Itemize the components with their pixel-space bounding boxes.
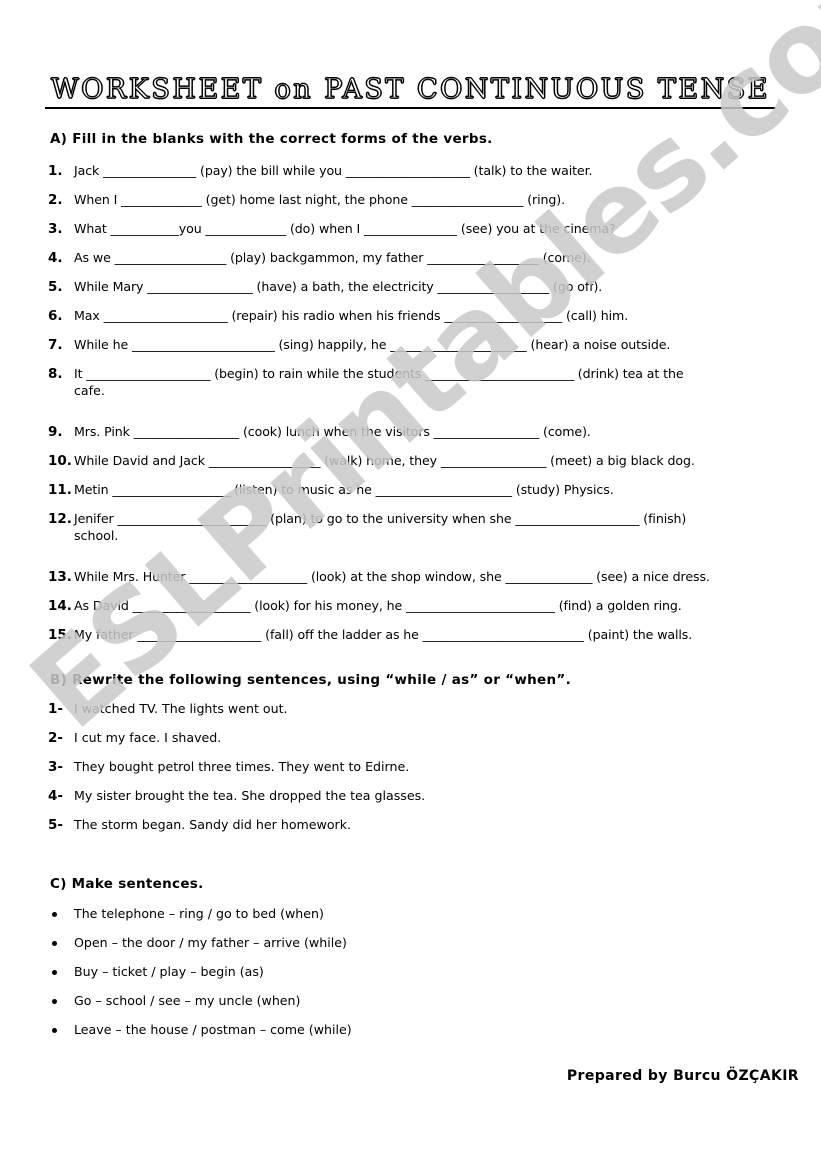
question-text-continued: school. <box>74 528 119 543</box>
question-text: Mrs. Pink _________________ (cook) lunch… <box>74 424 591 439</box>
author-credit: Prepared by Burcu ÖZÇAKIR <box>566 1068 799 1084</box>
question-number: 3. <box>48 221 63 237</box>
rewrite-number: 2- <box>48 730 63 746</box>
bullet-icon <box>52 999 57 1004</box>
make-sentence-item-3: Buy – ticket / play – begin (as) <box>52 964 797 979</box>
rewrite-item-4: 4- My sister brought the tea. She droppe… <box>48 788 793 804</box>
question-text: As we __________________ (play) backgamm… <box>74 250 591 265</box>
question-number: 11. <box>48 482 72 498</box>
question-text: Jenifer ________________________ (plan) … <box>74 511 687 526</box>
make-sentence-item-5: Leave – the house / postman – come (whil… <box>52 1022 797 1037</box>
question-number: 8. <box>48 366 63 382</box>
question-number: 7. <box>48 337 63 353</box>
rewrite-text: I cut my face. I shaved. <box>74 730 222 745</box>
rewrite-text: They bought petrol three times. They wen… <box>74 759 410 774</box>
question-text: While Mary _________________ (have) a ba… <box>74 279 603 294</box>
make-sentence-text: Open – the door / my father – arrive (wh… <box>74 935 347 950</box>
question-number: 5. <box>48 279 63 295</box>
rewrite-item-2: 2- I cut my face. I shaved. <box>48 730 793 746</box>
bullet-icon <box>52 912 57 917</box>
question-item-6: 6. Max ____________________ (repair) his… <box>48 307 793 324</box>
make-sentence-text: Buy – ticket / play – begin (as) <box>74 964 264 979</box>
question-number: 10. <box>48 453 72 469</box>
rewrite-number: 3- <box>48 759 63 775</box>
page-title: WORKSHEET on PAST CONTINUOUS TENSE <box>45 75 776 110</box>
rewrite-text: My sister brought the tea. She dropped t… <box>74 788 426 803</box>
bullet-icon <box>52 970 57 975</box>
make-sentence-text: Leave – the house / postman – come (whil… <box>74 1022 352 1037</box>
question-item-13: 13. While Mrs. Hunter __________________… <box>48 568 793 585</box>
make-sentence-item-2: Open – the door / my father – arrive (wh… <box>52 935 797 950</box>
bullet-icon <box>52 941 57 946</box>
question-number: 6. <box>48 308 63 324</box>
rewrite-item-5: 5- The storm began. Sandy did her homewo… <box>48 817 793 833</box>
question-number: 15. <box>48 627 72 643</box>
section-c-heading: C) Make sentences. <box>50 876 204 892</box>
make-sentence-item-1: The telephone – ring / go to bed (when) <box>52 906 797 921</box>
question-number: 12. <box>48 511 72 527</box>
question-text: Max ____________________ (repair) his ra… <box>74 308 629 323</box>
rewrite-number: 1- <box>48 701 63 717</box>
question-item-15: 15. My father ____________________ (fall… <box>48 626 793 643</box>
question-item-5: 5. While Mary _________________ (have) a… <box>48 278 793 295</box>
question-text: Jack _______________ (pay) the bill whil… <box>74 163 593 178</box>
rewrite-text: I watched TV. The lights went out. <box>74 701 288 716</box>
worksheet-page: WORKSHEET on PAST CONTINUOUS TENSE A) Fi… <box>0 0 821 1169</box>
question-text: Metin ___________________ (listen) to mu… <box>74 482 614 497</box>
section-a-heading: A) Fill in the blanks with the correct f… <box>50 131 493 147</box>
bullet-icon <box>52 1028 57 1033</box>
rewrite-text: The storm began. Sandy did her homework. <box>74 817 352 832</box>
question-item-11: 11. Metin ___________________ (listen) t… <box>48 481 793 498</box>
question-number: 4. <box>48 250 63 266</box>
question-text-continued: cafe. <box>74 383 105 398</box>
question-text: As David ___________________ (look) for … <box>74 598 682 613</box>
question-item-10: 10. While David and Jack _______________… <box>48 452 793 469</box>
question-item-8: 8. It ____________________ (begin) to ra… <box>48 365 793 399</box>
rewrite-item-1: 1- I watched TV. The lights went out. <box>48 701 793 717</box>
question-item-9: 9. Mrs. Pink _________________ (cook) lu… <box>48 423 793 440</box>
question-item-4: 4. As we __________________ (play) backg… <box>48 249 793 266</box>
rewrite-item-3: 3- They bought petrol three times. They … <box>48 759 793 775</box>
rewrite-number: 4- <box>48 788 63 804</box>
question-item-2: 2. When I _____________ (get) home last … <box>48 191 793 208</box>
question-item-1: 1. Jack _______________ (pay) the bill w… <box>48 162 793 179</box>
make-sentence-item-4: Go – school / see – my uncle (when) <box>52 993 797 1008</box>
section-b-heading: B) Rewrite the following sentences, usin… <box>50 672 572 688</box>
make-sentence-text: The telephone – ring / go to bed (when) <box>74 906 324 921</box>
question-text: My father ____________________ (fall) of… <box>74 627 693 642</box>
question-text: While Mrs. Hunter ___________________ (l… <box>74 569 710 584</box>
question-text: What ___________you _____________ (do) w… <box>74 221 616 236</box>
question-item-14: 14. As David ___________________ (look) … <box>48 597 793 614</box>
page-title-container: WORKSHEET on PAST CONTINUOUS TENSE <box>0 75 821 110</box>
question-item-7: 7. While he _______________________ (sin… <box>48 336 793 353</box>
question-text: While he _______________________ (sing) … <box>74 337 671 352</box>
question-item-12: 12. Jenifer ________________________ (pl… <box>48 510 793 544</box>
question-number: 13. <box>48 569 72 585</box>
rewrite-number: 5- <box>48 817 63 833</box>
question-text: It ____________________ (begin) to rain … <box>74 366 684 381</box>
make-sentence-text: Go – school / see – my uncle (when) <box>74 993 301 1008</box>
question-text: While David and Jack __________________ … <box>74 453 695 468</box>
question-item-3: 3. What ___________you _____________ (do… <box>48 220 793 237</box>
question-number: 1. <box>48 163 63 179</box>
question-number: 14. <box>48 598 72 614</box>
question-number: 2. <box>48 192 63 208</box>
question-number: 9. <box>48 424 63 440</box>
question-text: When I _____________ (get) home last nig… <box>74 192 565 207</box>
